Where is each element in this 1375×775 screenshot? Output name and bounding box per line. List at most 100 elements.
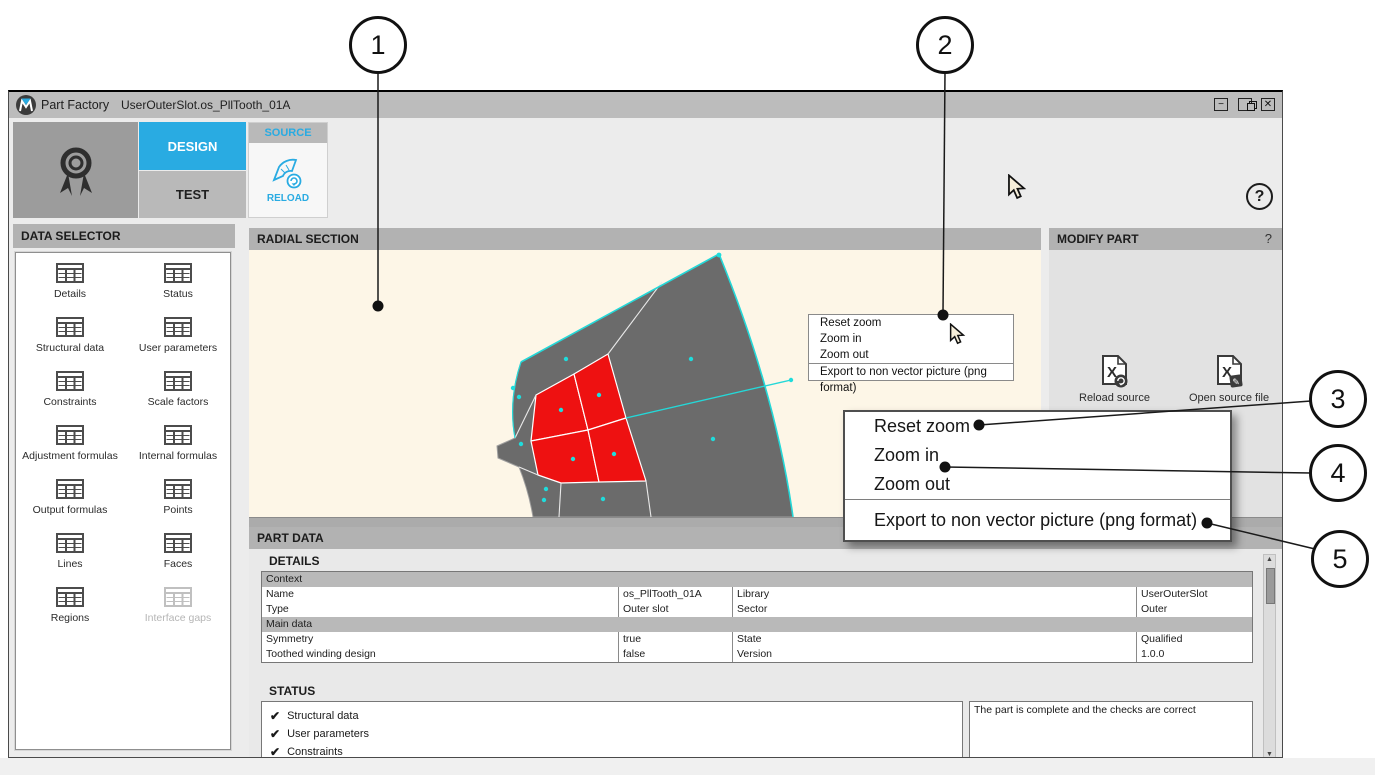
context-menu: Reset zoom Zoom in Zoom out Export to no…: [808, 314, 1014, 381]
tab-design[interactable]: DESIGN: [139, 122, 246, 170]
qualify-award-button[interactable]: [13, 122, 138, 218]
vertical-scrollbar[interactable]: ▲ ▼: [1263, 554, 1276, 758]
part-factory-logo-icon: [16, 95, 36, 115]
tab-design-label: DESIGN: [168, 139, 218, 154]
selector-item-scale-factors[interactable]: Scale factors: [124, 371, 232, 425]
title-bar: Part Factory UserOuterSlot.os_PllTooth_0…: [9, 92, 1282, 119]
table-icon: [56, 479, 84, 499]
file-reload-icon: X: [1099, 355, 1129, 389]
data-selector-header: DATA SELECTOR: [13, 224, 235, 248]
source-group: SOURCE RELOAD: [248, 122, 328, 218]
table-section-row: Context: [262, 572, 1252, 587]
help-icon: ?: [1255, 188, 1265, 206]
table-icon: [164, 425, 192, 445]
selector-item-constraints[interactable]: Constraints: [16, 371, 124, 425]
callout-2: 2: [916, 16, 974, 74]
screenshot-root: Part Factory UserOuterSlot.os_PllTooth_0…: [0, 0, 1375, 775]
selector-item-internal-formulas[interactable]: Internal formulas: [124, 425, 232, 479]
reload-button[interactable]: RELOAD: [249, 143, 327, 217]
tab-test-label: TEST: [176, 187, 209, 202]
callout-3: 3: [1309, 370, 1367, 428]
details-table: Context Name os_PllTooth_01A Library Use…: [261, 571, 1253, 663]
selector-item-regions[interactable]: Regions: [16, 587, 124, 641]
selector-item-details[interactable]: Details: [16, 263, 124, 317]
table-icon: [164, 371, 192, 391]
minimize-button[interactable]: −: [1214, 98, 1228, 111]
menu-item-zoom-out[interactable]: Zoom out: [809, 347, 1013, 363]
selector-item-status[interactable]: Status: [124, 263, 232, 317]
menu-item-zoom-in[interactable]: Zoom in: [809, 331, 1013, 347]
scroll-up-icon[interactable]: ▲: [1264, 556, 1275, 563]
scrollbar-thumb[interactable]: [1266, 568, 1275, 604]
table-icon: [164, 533, 192, 553]
check-icon: ✔: [270, 725, 280, 743]
reload-label: RELOAD: [267, 193, 309, 204]
menu-item-zoom-out[interactable]: Zoom out: [845, 470, 1230, 499]
menu-item-reset-zoom[interactable]: Reset zoom: [845, 412, 1230, 441]
table-row: Toothed winding design false Version 1.0…: [262, 647, 1252, 662]
status-check-item: ✔Structural data: [270, 707, 962, 725]
app-title: Part Factory: [41, 98, 109, 112]
menu-item-zoom-in[interactable]: Zoom in: [845, 441, 1230, 470]
close-button[interactable]: ✕: [1261, 98, 1275, 111]
part-data-title: PART DATA: [257, 531, 324, 545]
table-icon: [56, 371, 84, 391]
reload-sector-icon: [270, 157, 306, 189]
check-icon: ✔: [270, 743, 280, 758]
modify-part-header: MODIFY PART ?: [1049, 228, 1282, 250]
restore-button[interactable]: [1238, 98, 1252, 111]
table-row: Type Outer slot Sector Outer: [262, 602, 1252, 617]
table-icon: [56, 533, 84, 553]
table-row: Name os_PllTooth_01A Library UserOuterSl…: [262, 587, 1252, 602]
table-icon: [164, 587, 192, 607]
context-menu-zoomed: Reset zoom Zoom in Zoom out Export to no…: [843, 410, 1232, 542]
table-icon: [56, 263, 84, 283]
radial-section-header: RADIAL SECTION: [249, 228, 1041, 250]
document-title: UserOuterSlot.os_PllTooth_01A: [121, 98, 290, 112]
award-medal-icon: [51, 142, 101, 198]
selector-item-faces[interactable]: Faces: [124, 533, 232, 587]
status-check-list: ✔Structural data ✔User parameters ✔Const…: [261, 701, 963, 758]
table-icon: [56, 425, 84, 445]
callout-4: 4: [1309, 444, 1367, 502]
status-subtitle: STATUS: [269, 684, 315, 698]
mouse-cursor-icon: [948, 323, 966, 345]
table-icon: [56, 317, 84, 337]
status-message: The part is complete and the checks are …: [969, 701, 1253, 758]
reload-source-button[interactable]: X Reload source: [1079, 355, 1150, 404]
open-source-file-button[interactable]: X ✎ Open source file: [1189, 355, 1269, 404]
selector-item-adjustment-formulas[interactable]: Adjustment formulas: [16, 425, 124, 479]
modify-part-help-icon[interactable]: ?: [1265, 231, 1272, 246]
minimize-icon: −: [1218, 99, 1224, 110]
selector-item-points[interactable]: Points: [124, 479, 232, 533]
status-check-item: ✔Constraints: [270, 743, 962, 758]
file-edit-icon: X ✎: [1214, 355, 1244, 389]
menu-item-export-png[interactable]: Export to non vector picture (png format…: [845, 499, 1230, 540]
source-label: SOURCE: [264, 127, 311, 139]
close-icon: ✕: [1264, 99, 1272, 110]
selector-item-output-formulas[interactable]: Output formulas: [16, 479, 124, 533]
selector-item-lines[interactable]: Lines: [16, 533, 124, 587]
table-icon: [164, 479, 192, 499]
page-bottom-strip: [0, 758, 1375, 775]
table-icon: [164, 263, 192, 283]
svg-text:✎: ✎: [1232, 378, 1240, 388]
modify-part-title: MODIFY PART: [1057, 232, 1139, 246]
details-subtitle: DETAILS: [269, 554, 319, 568]
table-icon: [56, 587, 84, 607]
table-row: Symmetry true State Qualified: [262, 632, 1252, 647]
menu-item-reset-zoom[interactable]: Reset zoom: [809, 315, 1013, 331]
selector-item-user-parameters[interactable]: User parameters: [124, 317, 232, 371]
menu-item-export-png[interactable]: Export to non vector picture (png format…: [809, 363, 1013, 380]
mouse-cursor-icon: [1006, 174, 1027, 200]
tab-test[interactable]: TEST: [139, 171, 246, 218]
radial-section-title: RADIAL SECTION: [257, 232, 359, 246]
source-group-header: SOURCE: [249, 123, 327, 143]
table-section-row: Main data: [262, 617, 1252, 632]
help-button[interactable]: ?: [1246, 183, 1273, 210]
data-selector-panel: Details Status Structural data User para…: [15, 252, 231, 750]
selector-item-structural-data[interactable]: Structural data: [16, 317, 124, 371]
scroll-down-icon[interactable]: ▼: [1264, 751, 1275, 758]
toolbar: DESIGN TEST SOURCE RELOAD ?: [9, 118, 1282, 220]
callout-5: 5: [1311, 530, 1369, 588]
